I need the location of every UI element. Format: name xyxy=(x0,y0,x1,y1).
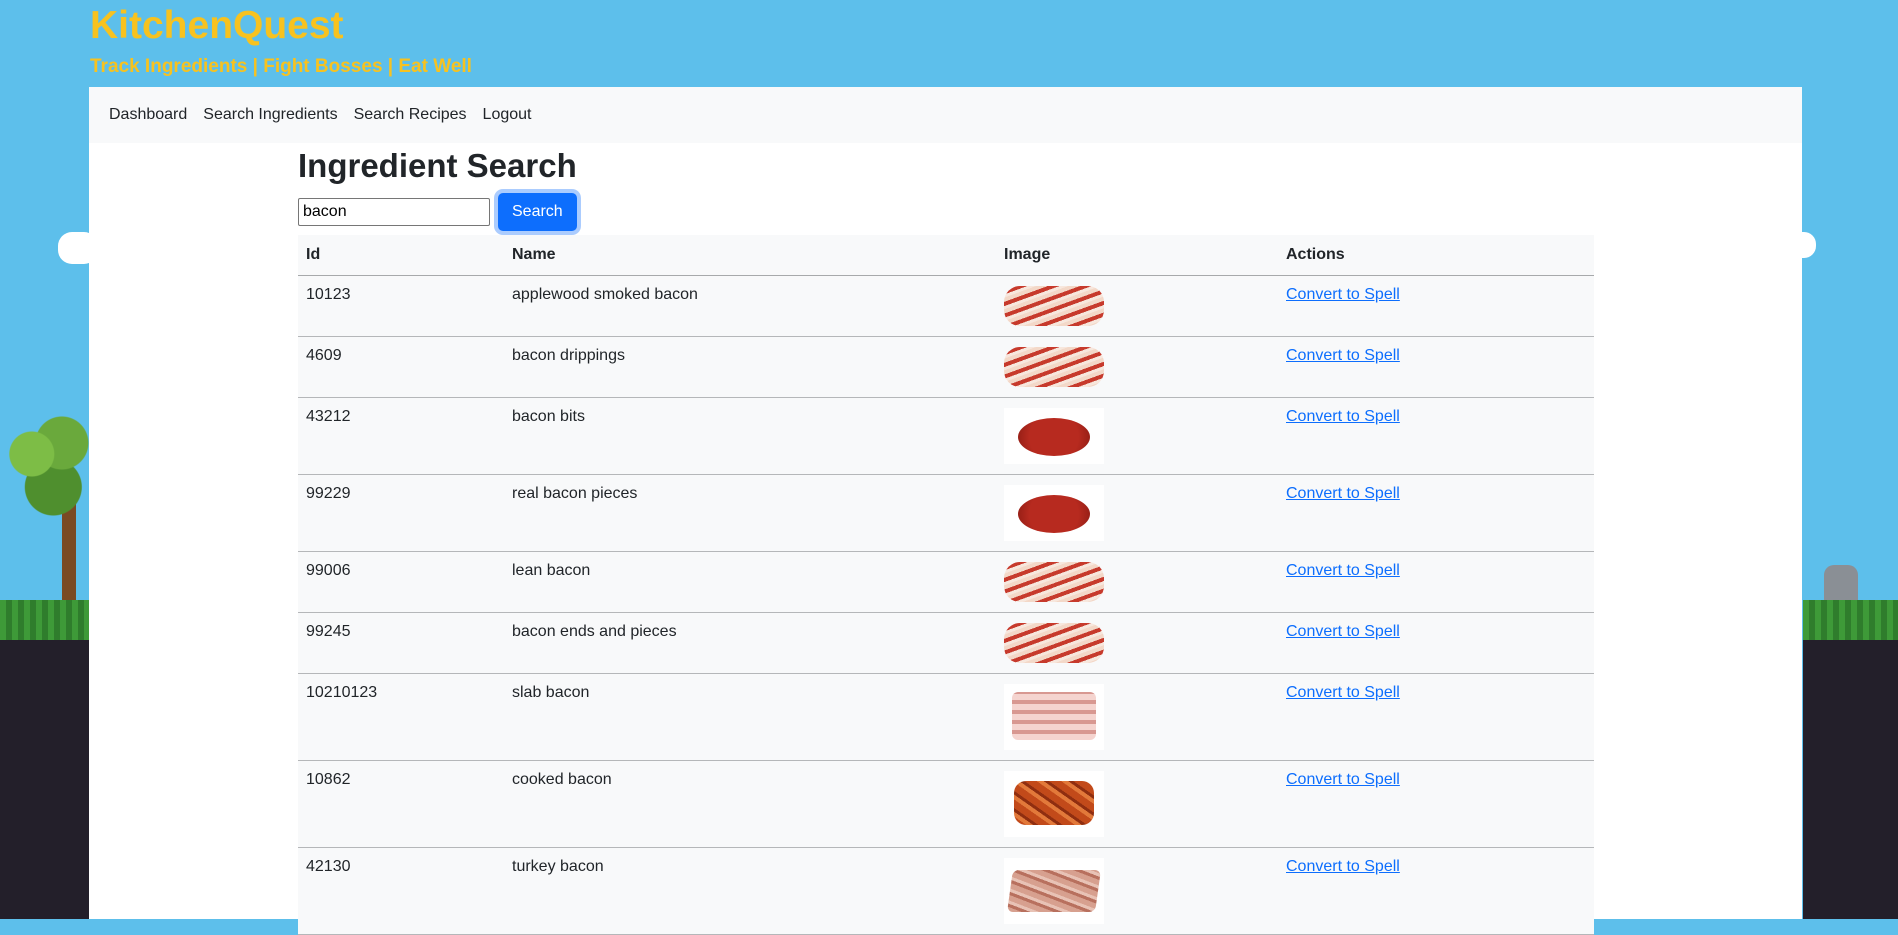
convert-to-spell-link[interactable]: Convert to Spell xyxy=(1286,408,1400,425)
tree-decoration xyxy=(6,410,92,520)
nav-search-ingredients[interactable]: Search Ingredients xyxy=(203,106,337,124)
ground-decoration-left xyxy=(0,640,90,919)
cell-image xyxy=(996,847,1278,935)
cell-id: 4609 xyxy=(298,336,504,398)
cell-actions: Convert to Spell xyxy=(1278,612,1594,674)
cell-name: bacon drippings xyxy=(504,336,996,398)
nav-dashboard[interactable]: Dashboard xyxy=(109,106,187,124)
nav-logout[interactable]: Logout xyxy=(483,106,532,124)
cell-name: real bacon pieces xyxy=(504,474,996,552)
cell-id: 43212 xyxy=(298,397,504,475)
site-title: KitchenQuest xyxy=(90,4,344,47)
table-row: 99229 real bacon pieces Convert to Spell xyxy=(298,474,1594,552)
cell-image xyxy=(996,397,1278,475)
cell-name: cooked bacon xyxy=(504,760,996,848)
cell-id: 10210123 xyxy=(298,673,504,761)
site-header: KitchenQuest Track Ingredients | Fight B… xyxy=(90,2,472,78)
header-name: Name xyxy=(504,235,996,276)
bacon-strips-image xyxy=(1004,347,1104,387)
cell-image xyxy=(996,612,1278,674)
cell-id: 99245 xyxy=(298,612,504,674)
cell-actions: Convert to Spell xyxy=(1278,551,1594,613)
bacon-strips-image xyxy=(1004,286,1104,326)
convert-to-spell-link[interactable]: Convert to Spell xyxy=(1286,858,1400,875)
cell-id: 10123 xyxy=(298,275,504,337)
cell-id: 42130 xyxy=(298,847,504,935)
cell-id: 99229 xyxy=(298,474,504,552)
cell-actions: Convert to Spell xyxy=(1278,760,1594,848)
cell-actions: Convert to Spell xyxy=(1278,397,1594,475)
convert-to-spell-link[interactable]: Convert to Spell xyxy=(1286,623,1400,640)
header-id: Id xyxy=(298,235,504,276)
cell-name: bacon ends and pieces xyxy=(504,612,996,674)
cell-name: applewood smoked bacon xyxy=(504,275,996,337)
cell-image xyxy=(996,474,1278,552)
cooked-bacon-image xyxy=(1004,771,1104,837)
cell-name: slab bacon xyxy=(504,673,996,761)
cell-name: turkey bacon xyxy=(504,847,996,935)
cell-actions: Convert to Spell xyxy=(1278,673,1594,761)
bacon-strips-image xyxy=(1004,623,1104,663)
table-row: 99245 bacon ends and pieces Convert to S… xyxy=(298,612,1594,674)
slab-bacon-image xyxy=(1004,684,1104,750)
table-row: 4609 bacon drippings Convert to Spell xyxy=(298,336,1594,398)
search-form: Search xyxy=(298,193,1594,231)
table-row: 10210123 slab bacon Convert to Spell xyxy=(298,673,1594,761)
nav-search-recipes[interactable]: Search Recipes xyxy=(354,106,467,124)
turkey-bacon-image xyxy=(1004,858,1104,924)
cell-id: 99006 xyxy=(298,551,504,613)
cell-image xyxy=(996,275,1278,337)
convert-to-spell-link[interactable]: Convert to Spell xyxy=(1286,771,1400,788)
header-actions: Actions xyxy=(1278,235,1594,276)
table-row: 99006 lean bacon Convert to Spell xyxy=(298,551,1594,613)
convert-to-spell-link[interactable]: Convert to Spell xyxy=(1286,684,1400,701)
header-image: Image xyxy=(996,235,1278,276)
cell-actions: Convert to Spell xyxy=(1278,847,1594,935)
cell-actions: Convert to Spell xyxy=(1278,336,1594,398)
table-row: 43212 bacon bits Convert to Spell xyxy=(298,397,1594,475)
table-row: 42130 turkey bacon Convert to Spell xyxy=(298,847,1594,935)
cell-name: lean bacon xyxy=(504,551,996,613)
table-header-row: Id Name Image Actions xyxy=(298,235,1594,276)
bacon-bits-image xyxy=(1004,408,1104,464)
table-row: 10862 cooked bacon Convert to Spell xyxy=(298,760,1594,848)
bacon-strips-image xyxy=(1004,562,1104,602)
content: Ingredient Search Search Id Name Image A… xyxy=(298,143,1594,935)
search-button[interactable]: Search xyxy=(498,193,577,231)
convert-to-spell-link[interactable]: Convert to Spell xyxy=(1286,485,1400,502)
convert-to-spell-link[interactable]: Convert to Spell xyxy=(1286,286,1400,303)
cell-actions: Convert to Spell xyxy=(1278,474,1594,552)
cell-image xyxy=(996,551,1278,613)
convert-to-spell-link[interactable]: Convert to Spell xyxy=(1286,562,1400,579)
cell-name: bacon bits xyxy=(504,397,996,475)
page-title: Ingredient Search xyxy=(298,147,577,184)
results-table: Id Name Image Actions 10123 applewood sm… xyxy=(298,235,1594,935)
table-row: 10123 applewood smoked bacon Convert to … xyxy=(298,275,1594,337)
cell-image xyxy=(996,673,1278,761)
cell-image xyxy=(996,760,1278,848)
cell-image xyxy=(996,336,1278,398)
search-input[interactable] xyxy=(298,198,490,226)
ground-decoration-right xyxy=(1803,640,1898,919)
site-tagline: Track Ingredients | Fight Bosses | Eat W… xyxy=(90,56,472,77)
cell-actions: Convert to Spell xyxy=(1278,275,1594,337)
main-container: Dashboard Search Ingredients Search Reci… xyxy=(89,87,1802,935)
convert-to-spell-link[interactable]: Convert to Spell xyxy=(1286,347,1400,364)
navbar: Dashboard Search Ingredients Search Reci… xyxy=(89,87,1802,143)
cell-id: 10862 xyxy=(298,760,504,848)
bacon-bits-image xyxy=(1004,485,1104,541)
